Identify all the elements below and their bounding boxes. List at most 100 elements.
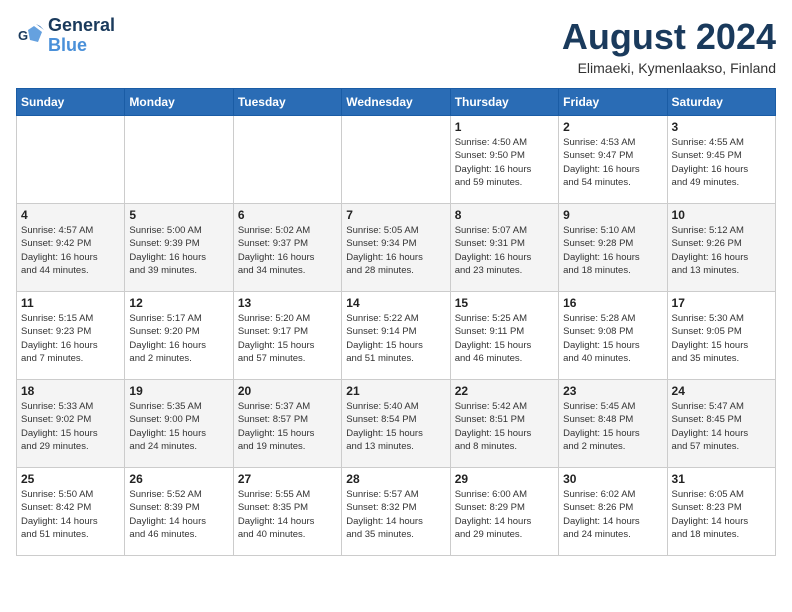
weekday-header-friday: Friday [559, 89, 667, 116]
day-detail: Sunrise: 6:02 AM Sunset: 8:26 PM Dayligh… [563, 488, 662, 541]
day-detail: Sunrise: 6:05 AM Sunset: 8:23 PM Dayligh… [672, 488, 771, 541]
calendar-cell: 5 Sunrise: 5:00 AM Sunset: 9:39 PM Daylig… [125, 204, 233, 292]
day-detail: Sunrise: 5:10 AM Sunset: 9:28 PM Dayligh… [563, 224, 662, 277]
day-number: 7 [346, 208, 445, 222]
location-subtitle: Elimaeki, Kymenlaakso, Finland [562, 60, 776, 76]
calendar-cell: 6Sunrise: 5:02 AM Sunset: 9:37 PM Daylig… [233, 204, 341, 292]
calendar-week-2: 4Sunrise: 4:57 AM Sunset: 9:42 PM Daylig… [17, 204, 776, 292]
day-detail: Sunrise: 5:22 AM Sunset: 9:14 PM Dayligh… [346, 312, 445, 365]
calendar-cell: 11 Sunrise: 5:15 AM Sunset: 9:23 PM Dayli… [17, 292, 125, 380]
calendar-cell: 24Sunrise: 5:47 AM Sunset: 8:45 PM Dayli… [667, 380, 775, 468]
day-detail: Sunrise: 5:12 AM Sunset: 9:26 PM Dayligh… [672, 224, 771, 277]
day-detail: Sunrise: 5:15 AM Sunset: 9:23 PM Dayligh… [21, 312, 120, 365]
calendar-cell: 22 Sunrise: 5:42 AM Sunset: 8:51 PM Dayli… [450, 380, 558, 468]
calendar-cell: 19Sunrise: 5:35 AM Sunset: 9:00 PM Dayli… [125, 380, 233, 468]
day-number: 22 [455, 384, 554, 398]
day-detail: Sunrise: 5:25 AM Sunset: 9:11 PM Dayligh… [455, 312, 554, 365]
calendar-cell: 13 Sunrise: 5:20 AM Sunset: 9:17 PM Dayli… [233, 292, 341, 380]
svg-text:G: G [18, 28, 28, 43]
day-number: 13 [238, 296, 337, 310]
calendar-cell: 7 Sunrise: 5:05 AM Sunset: 9:34 PM Daylig… [342, 204, 450, 292]
weekday-header-sunday: Sunday [17, 89, 125, 116]
day-number: 15 [455, 296, 554, 310]
day-number: 12 [129, 296, 228, 310]
day-number: 23 [563, 384, 662, 398]
calendar-cell: 16 Sunrise: 5:28 AM Sunset: 9:08 PM Dayli… [559, 292, 667, 380]
day-detail: Sunrise: 5:55 AM Sunset: 8:35 PM Dayligh… [238, 488, 337, 541]
day-detail: Sunrise: 4:53 AM Sunset: 9:47 PM Dayligh… [563, 136, 662, 189]
calendar-cell: 21 Sunrise: 5:40 AM Sunset: 8:54 PM Dayli… [342, 380, 450, 468]
day-detail: Sunrise: 5:45 AM Sunset: 8:48 PM Dayligh… [563, 400, 662, 453]
calendar-cell: 28 Sunrise: 5:57 AM Sunset: 8:32 PM Dayli… [342, 468, 450, 556]
calendar-week-5: 25 Sunrise: 5:50 AM Sunset: 8:42 PM Dayli… [17, 468, 776, 556]
day-detail: Sunrise: 5:40 AM Sunset: 8:54 PM Dayligh… [346, 400, 445, 453]
day-detail: Sunrise: 5:30 AM Sunset: 9:05 PM Dayligh… [672, 312, 771, 365]
day-detail: Sunrise: 5:17 AM Sunset: 9:20 PM Dayligh… [129, 312, 228, 365]
calendar-cell [17, 116, 125, 204]
calendar-cell: 3Sunrise: 4:55 AM Sunset: 9:45 PM Daylig… [667, 116, 775, 204]
day-number: 8 [455, 208, 554, 222]
calendar-cell: 4Sunrise: 4:57 AM Sunset: 9:42 PM Daylig… [17, 204, 125, 292]
day-number: 1 [455, 120, 554, 134]
calendar-cell: 2 Sunrise: 4:53 AM Sunset: 9:47 PM Daylig… [559, 116, 667, 204]
day-number: 6 [238, 208, 337, 222]
day-detail: Sunrise: 5:05 AM Sunset: 9:34 PM Dayligh… [346, 224, 445, 277]
page-header: G GeneralBlue August 2024 Elimaeki, Kyme… [16, 16, 776, 76]
calendar-cell: 29 Sunrise: 6:00 AM Sunset: 8:29 PM Dayli… [450, 468, 558, 556]
day-number: 29 [455, 472, 554, 486]
day-detail: Sunrise: 5:07 AM Sunset: 9:31 PM Dayligh… [455, 224, 554, 277]
day-number: 11 [21, 296, 120, 310]
weekday-header-row: SundayMondayTuesdayWednesdayThursdayFrid… [17, 89, 776, 116]
calendar-cell: 1 Sunrise: 4:50 AM Sunset: 9:50 PM Daylig… [450, 116, 558, 204]
calendar-cell: 18 Sunrise: 5:33 AM Sunset: 9:02 PM Dayli… [17, 380, 125, 468]
day-detail: Sunrise: 4:50 AM Sunset: 9:50 PM Dayligh… [455, 136, 554, 189]
day-number: 24 [672, 384, 771, 398]
weekday-header-wednesday: Wednesday [342, 89, 450, 116]
day-detail: Sunrise: 5:42 AM Sunset: 8:51 PM Dayligh… [455, 400, 554, 453]
day-detail: Sunrise: 5:00 AM Sunset: 9:39 PM Dayligh… [129, 224, 228, 277]
calendar-cell: 15 Sunrise: 5:25 AM Sunset: 9:11 PM Dayli… [450, 292, 558, 380]
day-detail: Sunrise: 5:33 AM Sunset: 9:02 PM Dayligh… [21, 400, 120, 453]
calendar-cell: 26 Sunrise: 5:52 AM Sunset: 8:39 PM Dayli… [125, 468, 233, 556]
weekday-header-tuesday: Tuesday [233, 89, 341, 116]
day-number: 3 [672, 120, 771, 134]
day-number: 25 [21, 472, 120, 486]
calendar-cell: 20 Sunrise: 5:37 AM Sunset: 8:57 PM Dayli… [233, 380, 341, 468]
day-detail: Sunrise: 6:00 AM Sunset: 8:29 PM Dayligh… [455, 488, 554, 541]
day-detail: Sunrise: 5:37 AM Sunset: 8:57 PM Dayligh… [238, 400, 337, 453]
day-number: 26 [129, 472, 228, 486]
day-number: 17 [672, 296, 771, 310]
calendar-cell: 31 Sunrise: 6:05 AM Sunset: 8:23 PM Dayli… [667, 468, 775, 556]
day-detail: Sunrise: 5:28 AM Sunset: 9:08 PM Dayligh… [563, 312, 662, 365]
day-number: 30 [563, 472, 662, 486]
calendar-cell: 27Sunrise: 5:55 AM Sunset: 8:35 PM Dayli… [233, 468, 341, 556]
day-number: 14 [346, 296, 445, 310]
day-number: 19 [129, 384, 228, 398]
weekday-header-monday: Monday [125, 89, 233, 116]
calendar-cell: 25 Sunrise: 5:50 AM Sunset: 8:42 PM Dayli… [17, 468, 125, 556]
calendar-cell: 17 Sunrise: 5:30 AM Sunset: 9:05 PM Dayli… [667, 292, 775, 380]
day-number: 5 [129, 208, 228, 222]
day-detail: Sunrise: 5:52 AM Sunset: 8:39 PM Dayligh… [129, 488, 228, 541]
day-number: 31 [672, 472, 771, 486]
calendar-week-4: 18 Sunrise: 5:33 AM Sunset: 9:02 PM Dayli… [17, 380, 776, 468]
day-number: 28 [346, 472, 445, 486]
calendar-cell [125, 116, 233, 204]
calendar-week-3: 11 Sunrise: 5:15 AM Sunset: 9:23 PM Dayli… [17, 292, 776, 380]
calendar-cell [233, 116, 341, 204]
day-number: 2 [563, 120, 662, 134]
calendar-cell: 10Sunrise: 5:12 AM Sunset: 9:26 PM Dayli… [667, 204, 775, 292]
day-detail: Sunrise: 5:57 AM Sunset: 8:32 PM Dayligh… [346, 488, 445, 541]
day-number: 4 [21, 208, 120, 222]
day-number: 21 [346, 384, 445, 398]
day-detail: Sunrise: 5:50 AM Sunset: 8:42 PM Dayligh… [21, 488, 120, 541]
day-detail: Sunrise: 5:20 AM Sunset: 9:17 PM Dayligh… [238, 312, 337, 365]
weekday-header-saturday: Saturday [667, 89, 775, 116]
calendar-cell: 23 Sunrise: 5:45 AM Sunset: 8:48 PM Dayli… [559, 380, 667, 468]
day-number: 18 [21, 384, 120, 398]
weekday-header-thursday: Thursday [450, 89, 558, 116]
day-number: 9 [563, 208, 662, 222]
day-number: 20 [238, 384, 337, 398]
day-number: 16 [563, 296, 662, 310]
calendar-cell: 14 Sunrise: 5:22 AM Sunset: 9:14 PM Dayli… [342, 292, 450, 380]
